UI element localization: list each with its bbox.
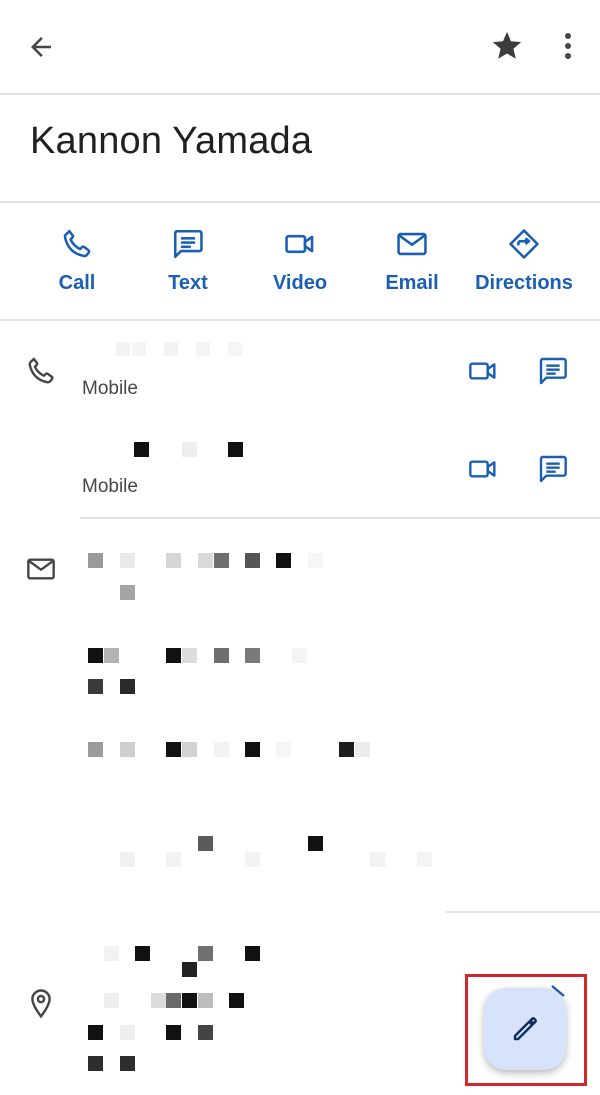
address-row[interactable] xyxy=(80,925,450,1085)
send-message-button[interactable] xyxy=(534,352,572,390)
call-action-button[interactable]: Call xyxy=(21,204,133,320)
divider xyxy=(80,517,600,519)
videocam-icon xyxy=(469,362,496,380)
email-label: Email xyxy=(385,272,439,294)
directions-label: Directions xyxy=(475,272,573,294)
text-label: Text xyxy=(168,272,208,294)
send-message-button[interactable] xyxy=(534,450,572,488)
phone-row[interactable]: Mobile xyxy=(80,334,450,414)
more-vert-icon xyxy=(565,33,571,59)
directions-icon xyxy=(504,224,544,264)
redacted-phone-number xyxy=(116,340,296,360)
mail-icon xyxy=(22,550,60,588)
phone-icon xyxy=(22,352,60,390)
divider xyxy=(0,201,600,203)
message-icon xyxy=(539,357,567,385)
divider xyxy=(0,93,600,95)
star-icon xyxy=(492,31,522,59)
redacted-phone-number xyxy=(132,440,302,460)
text-action-button[interactable]: Text xyxy=(132,204,244,320)
redacted-email xyxy=(80,540,380,604)
phone-type-label: Mobile xyxy=(82,476,138,497)
video-action-button[interactable]: Video xyxy=(244,204,356,320)
video-label: Video xyxy=(272,272,328,294)
email-row[interactable] xyxy=(80,540,450,610)
email-row[interactable] xyxy=(80,730,450,800)
pencil-icon xyxy=(513,1017,537,1041)
email-row[interactable] xyxy=(80,822,450,892)
contact-name: Kannon Yamada xyxy=(30,120,313,162)
quick-actions: Call Text Video Email Directions xyxy=(0,204,600,320)
back-button[interactable] xyxy=(22,28,60,66)
message-icon xyxy=(539,455,567,483)
edit-contact-fab[interactable] xyxy=(484,988,566,1070)
redacted-email xyxy=(80,636,380,700)
top-app-bar xyxy=(0,0,600,94)
favorite-button[interactable] xyxy=(487,26,527,66)
phone-type-label: Mobile xyxy=(82,378,138,399)
videocam-icon xyxy=(469,460,496,478)
redacted-email xyxy=(80,730,380,794)
location-pin-icon xyxy=(24,985,58,1023)
videocam-icon xyxy=(280,224,320,264)
email-row[interactable] xyxy=(80,636,450,706)
directions-action-button[interactable]: Directions xyxy=(467,204,581,320)
video-call-button[interactable] xyxy=(464,450,502,488)
more-options-button[interactable] xyxy=(552,26,584,66)
divider xyxy=(0,319,600,321)
phone-icon xyxy=(57,224,97,264)
phone-row[interactable]: Mobile xyxy=(80,430,450,510)
redacted-email xyxy=(80,822,440,886)
divider xyxy=(446,911,600,913)
video-call-button[interactable] xyxy=(464,352,502,390)
call-label: Call xyxy=(58,272,96,294)
email-action-button[interactable]: Email xyxy=(356,204,468,320)
redacted-address xyxy=(80,925,380,1085)
message-icon xyxy=(168,224,208,264)
arrow-back-icon xyxy=(31,37,51,57)
mail-icon xyxy=(392,224,432,264)
